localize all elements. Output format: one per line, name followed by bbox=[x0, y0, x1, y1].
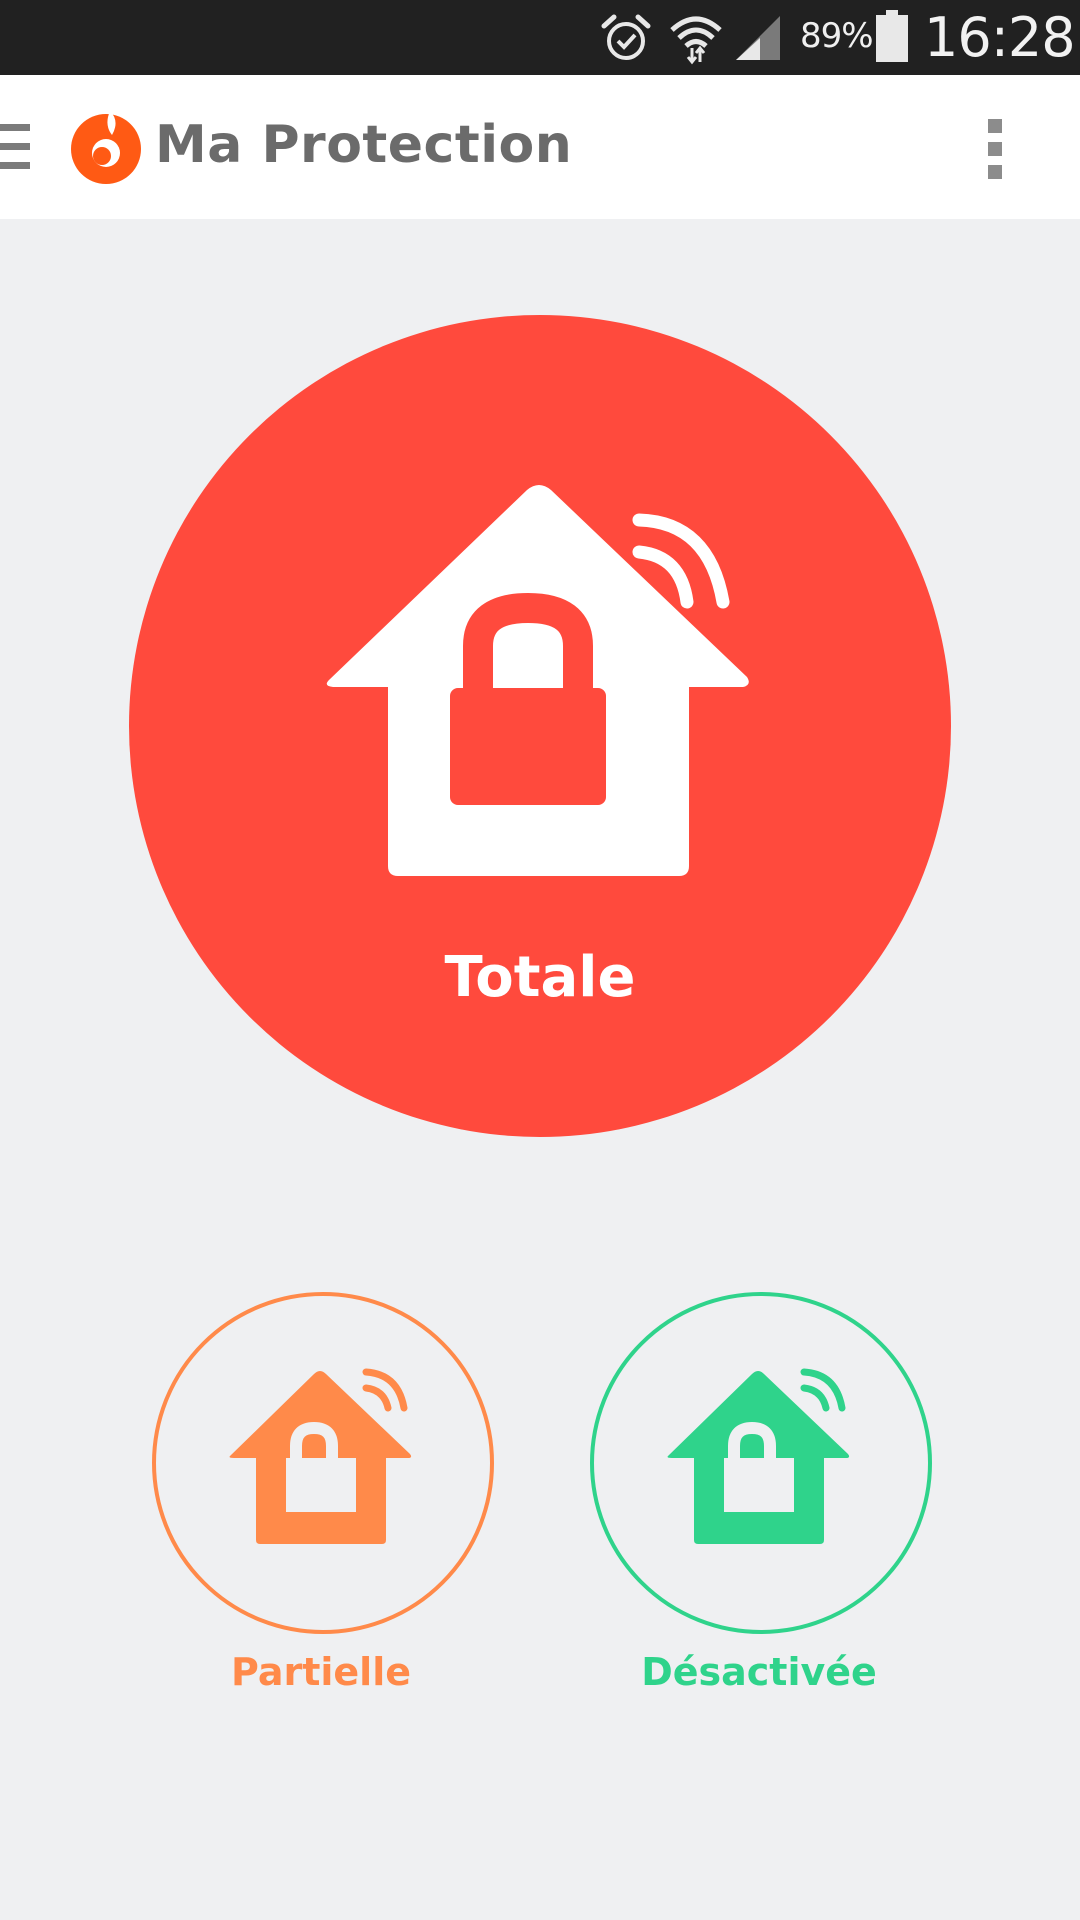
house-locked-icon bbox=[326, 485, 749, 876]
overflow-menu-icon[interactable] bbox=[986, 117, 1006, 181]
house-unlocked-icon bbox=[229, 1368, 412, 1544]
mode-total-label: Totale bbox=[444, 945, 636, 1010]
signal-icon bbox=[736, 16, 780, 60]
mode-partial-button[interactable] bbox=[152, 1292, 494, 1634]
status-bar: 89% 16:28 bbox=[0, 0, 1080, 75]
house-unlocked-icon bbox=[667, 1368, 850, 1544]
battery-icon bbox=[876, 10, 908, 62]
alarm-icon bbox=[601, 14, 651, 60]
mode-off-button[interactable] bbox=[590, 1292, 932, 1634]
battery-percent: 89% bbox=[800, 16, 874, 56]
menu-icon[interactable] bbox=[0, 122, 32, 172]
clock: 16:28 bbox=[924, 6, 1076, 69]
mode-off-label: Désactivée bbox=[641, 1650, 877, 1694]
mode-total-button[interactable]: Totale bbox=[129, 315, 951, 1137]
wifi-icon bbox=[670, 16, 722, 65]
app-title: Ma Protection bbox=[155, 115, 573, 175]
mode-partial-label: Partielle bbox=[231, 1650, 411, 1694]
app-bar: Ma Protection bbox=[0, 75, 1080, 219]
logo-icon[interactable] bbox=[68, 109, 144, 185]
